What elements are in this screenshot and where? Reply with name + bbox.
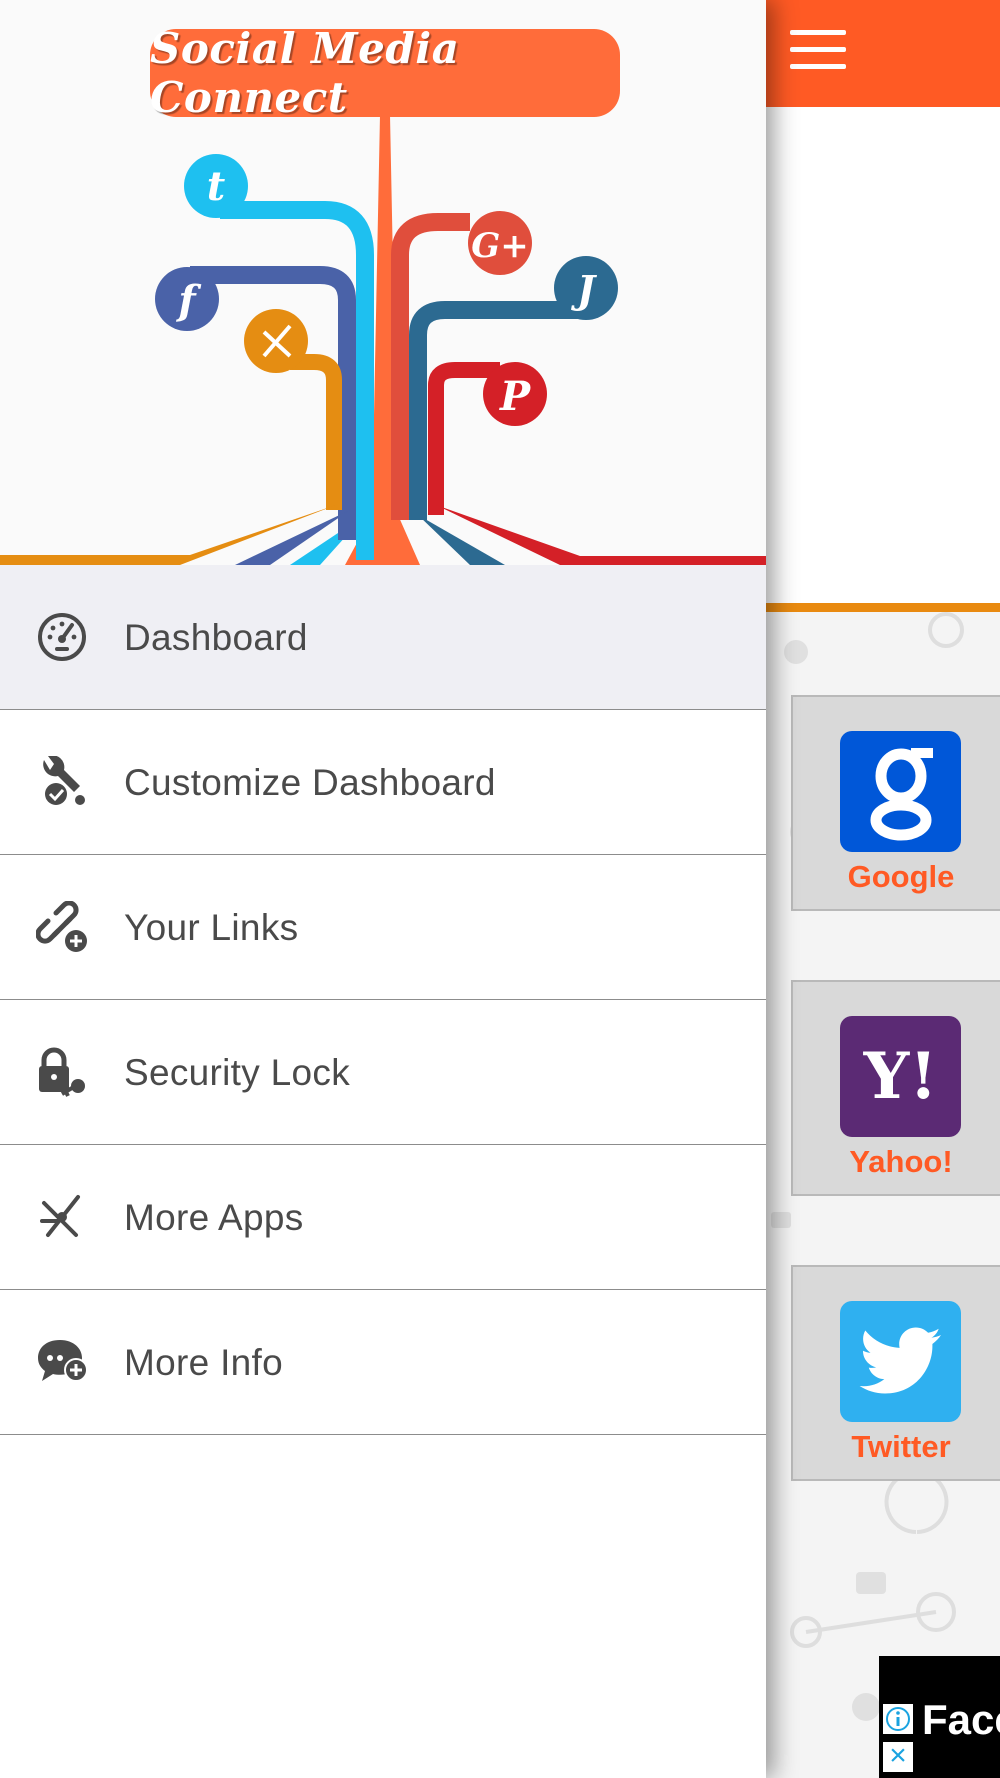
- service-tile-google[interactable]: Google: [791, 695, 1000, 911]
- speedometer-icon: [38, 613, 86, 661]
- drawer-header: t f G+ J P Social Media Connect: [0, 0, 766, 565]
- menu-item-security-lock[interactable]: Security Lock: [0, 1000, 766, 1145]
- menu-item-customize-dashboard[interactable]: Customize Dashboard: [0, 710, 766, 855]
- service-label: Twitter: [851, 1429, 951, 1464]
- twitter-bird-icon: [840, 1301, 961, 1422]
- menu-item-label: Your Links: [124, 906, 299, 948]
- menu-item-dashboard[interactable]: Dashboard: [0, 565, 766, 710]
- service-label: Yahoo!: [849, 1144, 953, 1179]
- ad-text: Face: [922, 1696, 1000, 1743]
- menu-item-label: Dashboard: [124, 616, 308, 658]
- compass-star-icon: [40, 1195, 80, 1237]
- main-banner: [766, 107, 1000, 603]
- ad-banner[interactable]: Face ×: [879, 1656, 1000, 1778]
- wrench-check-icon: [43, 756, 85, 805]
- svg-text:t: t: [207, 163, 226, 210]
- menu-item-label: Security Lock: [124, 1051, 350, 1093]
- close-icon[interactable]: ×: [883, 1741, 913, 1772]
- drawer-menu: Dashboard Customize Dashboard Your Links…: [0, 565, 766, 1435]
- link-add-icon: [36, 901, 87, 952]
- app-title: Social Media Connect: [150, 24, 460, 122]
- lock-key-icon: [39, 1047, 85, 1097]
- app-logo-title: Social Media Connect: [150, 24, 620, 122]
- main-screen: Google Y! Yahoo! Twitter Face ×: [766, 0, 1000, 1778]
- chat-bubble-add-icon: [38, 1340, 88, 1382]
- navigation-drawer: t f G+ J P Social Media Connect Dashboar…: [0, 0, 766, 1778]
- svg-text:P: P: [499, 373, 532, 420]
- menu-item-more-info[interactable]: More Info: [0, 1290, 766, 1435]
- hamburger-menu-icon[interactable]: [790, 30, 846, 74]
- yahoo-logo-icon: Y!: [840, 1016, 961, 1137]
- service-tile-twitter[interactable]: Twitter: [791, 1265, 1000, 1481]
- svg-text:G+: G+: [471, 226, 529, 266]
- menu-item-your-links[interactable]: Your Links: [0, 855, 766, 1000]
- info-icon[interactable]: [883, 1704, 913, 1734]
- service-tile-yahoo[interactable]: Y! Yahoo!: [791, 980, 1000, 1196]
- divider: [766, 603, 1000, 612]
- google-logo-icon: [840, 731, 961, 852]
- menu-item-label: Customize Dashboard: [124, 761, 496, 803]
- menu-item-label: More Apps: [124, 1196, 304, 1238]
- menu-item-more-apps[interactable]: More Apps: [0, 1145, 766, 1290]
- main-topbar: [766, 0, 1000, 107]
- menu-item-label: More Info: [124, 1341, 283, 1383]
- service-label: Google: [847, 859, 955, 894]
